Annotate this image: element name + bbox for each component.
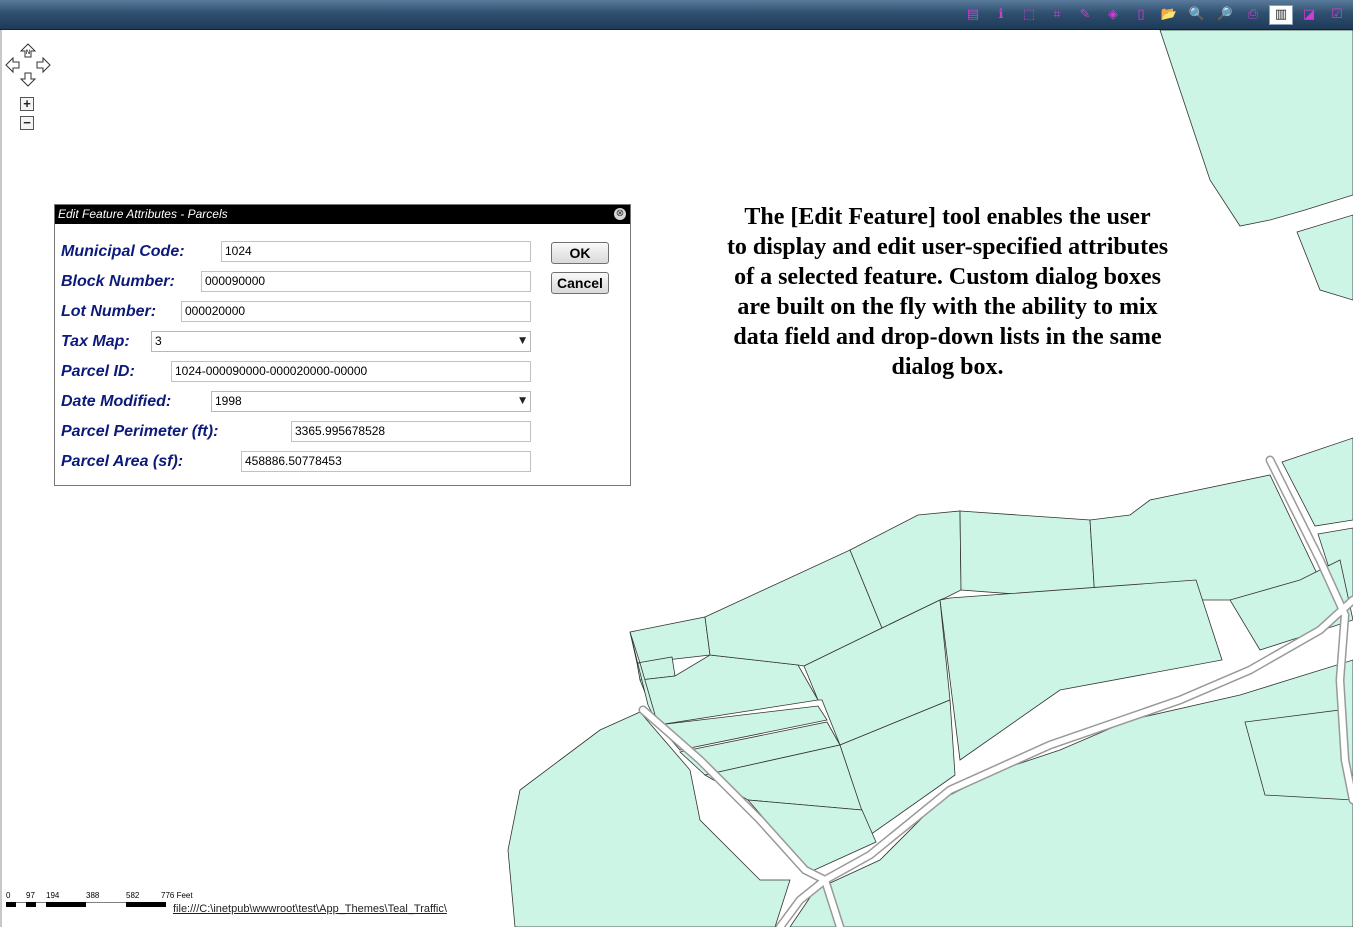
open-folder-icon[interactable]: 📂 [1157, 5, 1181, 25]
scale-tick-label: 97 [26, 891, 35, 900]
toolbar-tools: ▤ ℹ ⬚ ⌗ ✎ ◈ ▯ 📂 🔍 🔎 ⎙ ▥ ◪ ☑ [961, 5, 1349, 25]
parcel-perimeter-label: Parcel Perimeter (ft): [61, 423, 219, 440]
tool-description: The [Edit Feature] tool enables the user… [680, 202, 1215, 382]
parcel[interactable] [1296, 214, 1353, 301]
scale-tick-label: 776 Feet [161, 891, 193, 900]
parcel[interactable] [1159, 30, 1353, 227]
pan-south-icon[interactable] [19, 72, 37, 87]
municipal-code-label: Municipal Code: [61, 243, 185, 260]
tax-map-value: 3 [155, 334, 162, 348]
scale-tick-label: 582 [126, 891, 140, 900]
scale-bar: 0 97 194 388 582 776 Feet [6, 891, 196, 921]
zoom-in-button[interactable]: + [20, 97, 34, 111]
info-icon[interactable]: ℹ [989, 5, 1013, 25]
lot-number-field[interactable]: 000020000 [181, 301, 531, 322]
date-modified-label: Date Modified: [61, 393, 172, 410]
edit-feature-dialog: Edit Feature Attributes - Parcels ⊗ Muni… [54, 204, 631, 486]
parcel-id-label: Parcel ID: [61, 363, 135, 380]
parcel-id-field[interactable]: 1024-000090000-000020000-00000 [171, 361, 531, 382]
municipal-code-field[interactable]: 1024 [221, 241, 531, 262]
document-icon[interactable]: ▯ [1129, 5, 1153, 25]
parcel[interactable] [629, 616, 711, 664]
scale-tick-label: 388 [86, 891, 100, 900]
block-number-label: Block Number: [61, 273, 175, 290]
parcel-perimeter-field[interactable]: 3365.995678528 [291, 421, 531, 442]
parcel-area-field[interactable]: 458886.50778453 [241, 451, 531, 472]
zoom-out-button[interactable]: − [20, 116, 34, 130]
description-line: The [Edit Feature] tool enables the user [744, 204, 1151, 230]
close-icon[interactable]: ⊗ [614, 208, 626, 220]
ok-button[interactable]: OK [551, 242, 609, 264]
scale-tick-label: 194 [46, 891, 60, 900]
north-label: N [26, 49, 31, 56]
description-line: of a selected feature. Custom dialog box… [734, 264, 1161, 290]
description-line: dialog box. [891, 354, 1004, 380]
tax-map-label: Tax Map: [61, 333, 130, 350]
lot-number-label: Lot Number: [61, 303, 157, 320]
parcel-area-label: Parcel Area (sf): [61, 453, 184, 470]
description-line: are built on the fly with the ability to… [737, 294, 1158, 320]
block-number-field[interactable]: 000090000 [201, 271, 531, 292]
zoom-out-icon[interactable]: 🔎 [1213, 5, 1237, 25]
chart-icon[interactable]: ◪ [1297, 5, 1321, 25]
edit-feature-icon[interactable]: ✎ [1073, 5, 1097, 25]
pan-west-icon[interactable] [5, 56, 20, 74]
file-path-link[interactable]: file:///C:\inetpub\wwwroot\test\App_Them… [173, 903, 447, 915]
pan-east-icon[interactable] [36, 56, 51, 74]
scale-bar-graphic [6, 902, 166, 907]
parcel[interactable] [959, 510, 1096, 601]
report-icon[interactable]: ☑ [1325, 5, 1349, 25]
clear-selection-icon[interactable]: ◈ [1101, 5, 1125, 25]
date-modified-value: 1998 [215, 394, 242, 408]
tax-map-select[interactable]: 3 ▼ [151, 331, 531, 352]
print-icon[interactable]: ⎙ [1241, 5, 1265, 25]
description-line: data field and drop-down lists in the sa… [733, 324, 1162, 350]
description-line: to display and edit user-specified attri… [726, 234, 1169, 260]
cancel-button[interactable]: Cancel [551, 272, 609, 294]
scale-tick-label: 0 [6, 891, 11, 900]
date-modified-select[interactable]: 1998 ▼ [211, 391, 531, 412]
chevron-down-icon[interactable]: ▼ [519, 392, 526, 411]
measure-icon[interactable]: ▥ [1269, 5, 1293, 25]
select-polygon-icon[interactable]: ⌗ [1045, 5, 1069, 25]
parcel-layer [507, 30, 1353, 927]
chevron-down-icon[interactable]: ▼ [519, 332, 526, 351]
toolbar: ▤ ℹ ⬚ ⌗ ✎ ◈ ▯ 📂 🔍 🔎 ⎙ ▥ ◪ ☑ [0, 0, 1353, 30]
pan-control[interactable]: N [4, 42, 52, 88]
dialog-title: Edit Feature Attributes - Parcels [58, 207, 228, 221]
dialog-titlebar[interactable]: Edit Feature Attributes - Parcels ⊗ [55, 205, 630, 224]
zoom-in-icon[interactable]: 🔍 [1185, 5, 1209, 25]
select-rectangle-icon[interactable]: ⬚ [1017, 5, 1041, 25]
layers-icon[interactable]: ▤ [961, 5, 985, 25]
